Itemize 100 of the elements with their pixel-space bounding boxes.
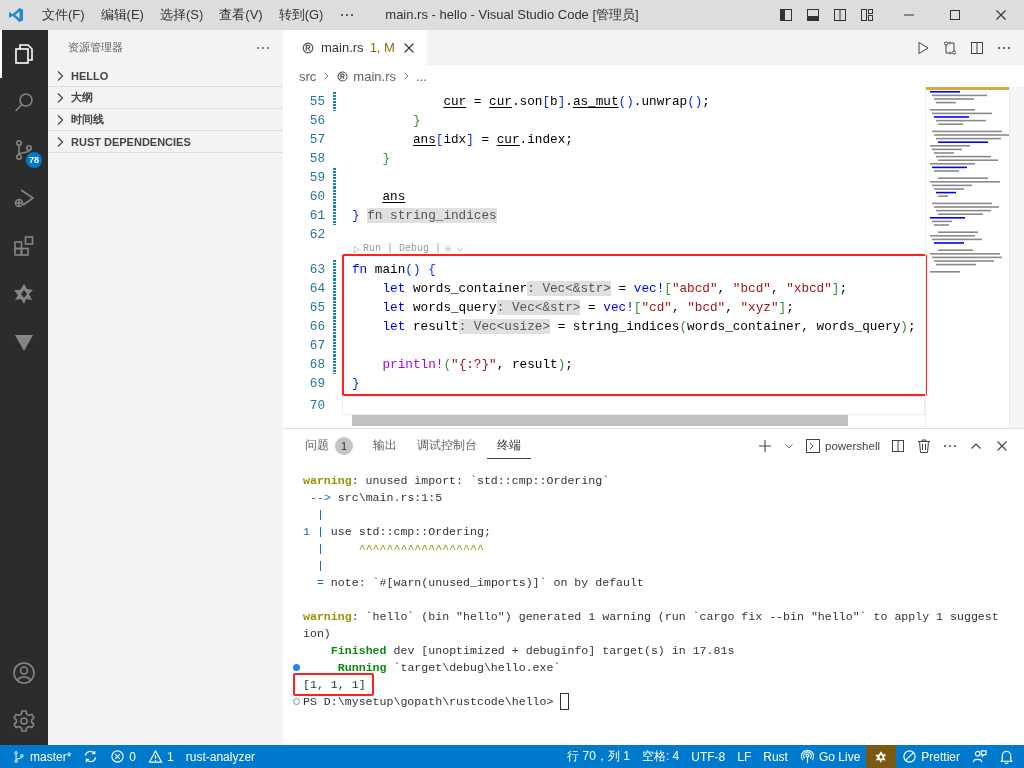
file-type-icon [336, 69, 350, 83]
bell-icon[interactable] [999, 749, 1014, 764]
trash-icon[interactable] [916, 438, 932, 454]
status-item[interactable]: rust-analyzer [179, 745, 262, 768]
code-line: cur = cur.son[b].as_mut().unwrap(); [442, 93, 711, 111]
menu-item[interactable]: 文件(F) [34, 0, 93, 30]
scrollbar-thumb[interactable] [352, 415, 848, 426]
panel-tab[interactable]: 终端 [487, 433, 531, 459]
terminal-icon [805, 438, 821, 454]
terminal-line: warning: `hello` (bin "hello") generated 1 warning (run `cargo fix --bin "hello"` to apply 1 suggest [303, 609, 999, 625]
terminal-line: Running `target\debug\hello.exe` [336, 660, 561, 676]
files-icon[interactable] [12, 42, 36, 66]
knot-icon[interactable] [12, 282, 36, 306]
code-line: } [381, 150, 392, 168]
line-number: 59 [309, 169, 326, 187]
panel-tab[interactable]: 问题 1 [295, 429, 363, 463]
code-line: let words_query: Vec<&str> = vec!["cd", "bcd", "xyz"]; [381, 299, 795, 317]
section-header[interactable]: RUST DEPENDENCIES [48, 131, 283, 153]
status-item[interactable]: UTF-8 [685, 745, 732, 768]
terminal-line: = note: `#[warn(unused_imports)]` on by default [315, 575, 644, 591]
play-icon[interactable] [915, 39, 931, 56]
line-number: 57 [309, 131, 326, 149]
sync-icon[interactable] [83, 749, 99, 764]
window-title: main.rs - hello - Visual Studio Code [管理员] [385, 7, 639, 22]
status-item[interactable]: Go Live [793, 745, 867, 768]
line-number: 61 [309, 207, 326, 225]
status-item[interactable]: 行 70，列 1 [561, 745, 636, 768]
status-item[interactable]: 1 [142, 745, 180, 768]
line-number: 70 [309, 397, 326, 415]
panel-tab[interactable]: 调试控制台 [407, 429, 487, 463]
panel-layout-icon[interactable] [805, 7, 821, 23]
plus-icon[interactable] [757, 438, 773, 454]
maximize-icon[interactable] [947, 7, 963, 23]
line-number: 69 [309, 375, 326, 393]
split-layout-icon[interactable] [832, 7, 848, 23]
code-line: } [411, 112, 422, 130]
terminal-line: warning: unused import: `std::cmp::Ordering` [303, 473, 610, 489]
editor-tab[interactable]: main.rs 1, M [283, 30, 427, 65]
file-type-icon [301, 40, 315, 55]
breadcrumb-item[interactable]: ... [415, 68, 427, 84]
status-item[interactable]: 空格: 4 [635, 745, 686, 768]
compare-icon[interactable] [942, 39, 958, 56]
terminal-line: | [315, 558, 324, 574]
error-icon [110, 749, 126, 764]
status-item[interactable]: LF [731, 745, 758, 768]
grid-layout-icon[interactable] [859, 7, 875, 23]
menu-item[interactable]: 选择(S) [151, 0, 212, 30]
blocks-icon[interactable] [12, 234, 36, 258]
status-item[interactable]: master* [6, 745, 78, 768]
warning-icon [148, 749, 164, 764]
settings-icon[interactable] [12, 709, 36, 733]
line-number: 56 [309, 112, 326, 130]
code-line: ans[idx] = cur.index; [411, 131, 574, 149]
run-bug-icon[interactable] [12, 186, 36, 210]
sidebar-layout-icon[interactable] [778, 7, 794, 23]
line-number: 67 [309, 337, 326, 355]
terminal-selector[interactable]: powershell [805, 438, 880, 454]
menu-item[interactable]: 查看(V) [211, 0, 271, 30]
menu-item[interactable]: 转到(G) [270, 0, 332, 30]
section-header[interactable]: 大纲 [48, 87, 283, 109]
code-line: let words_container: Vec<&str> = vec!["abcd", "bcd", "xbcd"]; [381, 280, 849, 298]
code-line: } [351, 375, 361, 393]
tab-filename: main.rs [321, 40, 364, 55]
split-editor-icon[interactable] [969, 39, 985, 56]
status-item[interactable] [866, 745, 897, 768]
menu-item[interactable]: 编辑(E) [92, 0, 152, 30]
terminal-line: | [315, 507, 324, 523]
line-number: 63 [309, 261, 326, 279]
broadcast-icon [799, 749, 815, 764]
terminal-line: ion) [303, 626, 331, 642]
code-line: let result: Vec<usize> = string_indices(words_container, words_query); [381, 318, 917, 336]
terminal-line: Finished dev [unoptimized + debuginfo] target(s) in 17.81s [329, 643, 735, 659]
code-line: } fn string_indices [351, 207, 498, 225]
status-item[interactable]: 0 [104, 745, 143, 768]
account-icon[interactable] [12, 661, 36, 685]
feedback-icon[interactable] [972, 749, 987, 764]
panel-tab[interactable]: 输出 [363, 429, 407, 463]
code-line: fn main() { [351, 261, 437, 279]
line-number: 65 [309, 299, 326, 317]
section-header[interactable]: HELLO [48, 65, 283, 87]
line-number: 58 [309, 150, 326, 168]
tab-status: 1, M [369, 40, 395, 55]
breadcrumb-item[interactable]: src [299, 68, 317, 84]
app-logo-icon[interactable] [8, 7, 24, 23]
count-badge: 78 [26, 152, 42, 168]
status-item[interactable]: Prettier [896, 745, 966, 768]
split-editor-icon[interactable] [890, 438, 906, 454]
count-badge: 1 [335, 436, 353, 455]
line-number: 60 [309, 188, 326, 206]
terminal-line: | ^^^^^^^^^^^^^^^^^^ [315, 541, 484, 557]
line-number: 66 [309, 318, 326, 336]
line-number: 62 [309, 226, 326, 244]
command-marker[interactable] [292, 664, 300, 671]
search-icon[interactable] [12, 90, 36, 114]
code-line: println!("{:?}", result); [381, 356, 574, 374]
line-number: 64 [309, 280, 326, 298]
panel-title: 资源管理器 [68, 40, 124, 55]
section-header[interactable]: 时间线 [48, 109, 283, 131]
breadcrumb-item[interactable]: main.rs [353, 68, 396, 84]
status-item[interactable]: Rust [757, 745, 794, 768]
